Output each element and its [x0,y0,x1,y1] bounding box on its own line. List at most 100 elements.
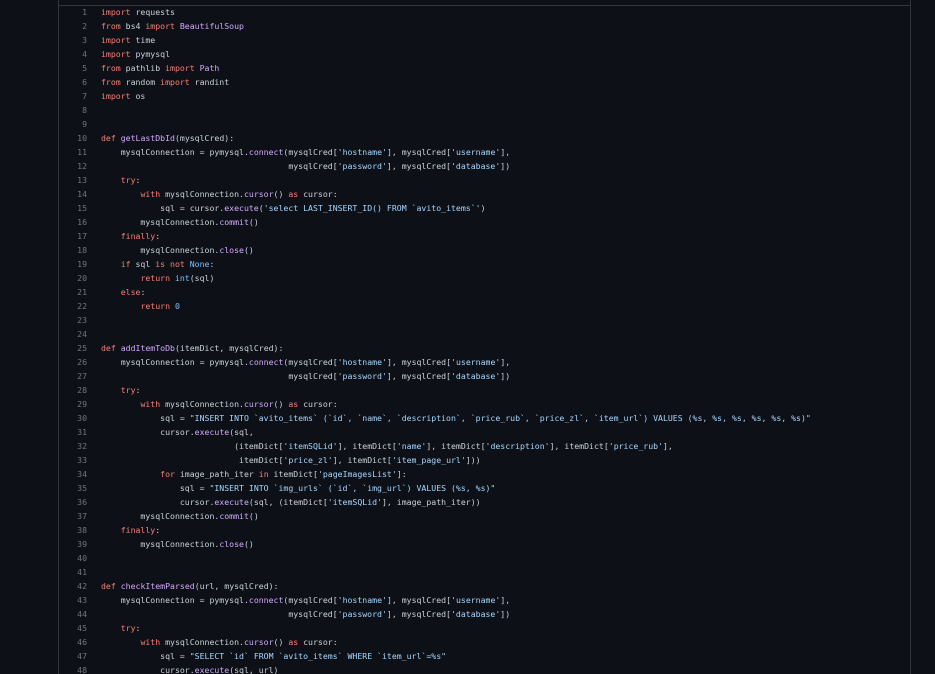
code-token: (sql, [229,427,254,437]
line-number[interactable]: 33 [59,453,87,467]
code-token: : [140,287,146,297]
line-number[interactable]: 11 [59,145,87,159]
code-token: "SELECT `id` FROM `avito_items` WHERE `i… [189,651,447,661]
line-number[interactable]: 35 [59,481,87,495]
line-number[interactable]: 13 [59,173,87,187]
line-number[interactable]: 40 [59,551,87,565]
line-number[interactable]: 4 [59,47,87,61]
line-number[interactable]: 44 [59,607,87,621]
line-number[interactable]: 18 [59,243,87,257]
line-number[interactable]: 32 [59,439,87,453]
code-token: execute [194,427,230,437]
line-number[interactable]: 46 [59,635,87,649]
code-token: 0 [174,301,180,311]
line-number[interactable]: 3 [59,33,87,47]
code-token: ], mysqlCred[ [386,147,452,157]
line-number[interactable]: 12 [59,159,87,173]
code-line: 36 cursor.execute(sql, (itemDict['itemSQ… [59,495,910,509]
code-token: connect [248,357,284,367]
line-number[interactable]: 2 [59,19,87,33]
line-source: cursor.execute(sql, [87,425,254,439]
line-number[interactable]: 20 [59,271,87,285]
line-number[interactable]: 22 [59,299,87,313]
code-token: 'password' [337,609,387,619]
line-number[interactable]: 9 [59,117,87,131]
line-number[interactable]: 10 [59,131,87,145]
code-token: from [101,77,121,87]
line-number[interactable]: 5 [59,61,87,75]
code-token: close [219,245,244,255]
code-token: time [130,35,156,45]
line-number[interactable]: 1 [59,5,87,19]
line-number[interactable]: 19 [59,257,87,271]
line-number[interactable]: 27 [59,369,87,383]
line-number[interactable]: 17 [59,229,87,243]
line-source: mysqlConnection = pymysql.connect(mysqlC… [87,355,510,369]
line-number[interactable]: 30 [59,411,87,425]
code-token: sql [130,259,156,269]
code-token: (mysqlCred[ [283,357,338,367]
line-source: mysqlConnection = pymysql.connect(mysqlC… [87,145,510,159]
line-number[interactable]: 26 [59,355,87,369]
line-number[interactable]: 15 [59,201,87,215]
line-number[interactable]: 38 [59,523,87,537]
line-number[interactable]: 47 [59,649,87,663]
line-source: mysqlCred['password'], mysqlCred['databa… [87,607,510,621]
line-number[interactable]: 6 [59,75,87,89]
code-token: "INSERT INTO `avito_items` (`id`, `name`… [189,413,811,423]
code-token: close [219,539,244,549]
code-token: None [189,259,210,269]
line-number[interactable]: 31 [59,425,87,439]
line-number[interactable]: 42 [59,579,87,593]
line-number[interactable]: 21 [59,285,87,299]
code-line: 32 (itemDict['itemSQLid'], itemDict['nam… [59,439,910,453]
line-source: with mysqlConnection.cursor() as cursor: [87,635,337,649]
code-token: mysqlConnection = pymysql. [101,357,249,367]
code-line: 37 mysqlConnection.commit() [59,509,910,523]
line-number[interactable]: 24 [59,327,87,341]
code-line: 27 mysqlCred['password'], mysqlCred['dat… [59,369,910,383]
code-line: 31 cursor.execute(sql, [59,425,910,439]
line-number[interactable]: 28 [59,383,87,397]
line-number[interactable]: 43 [59,593,87,607]
line-number[interactable]: 7 [59,89,87,103]
line-number[interactable]: 8 [59,103,87,117]
line-number[interactable]: 45 [59,621,87,635]
line-number[interactable]: 37 [59,509,87,523]
line-number[interactable]: 48 [59,663,87,674]
code-token: cursor [243,399,274,409]
line-number[interactable]: 23 [59,313,87,327]
code-token: mysqlConnection = pymysql. [101,595,249,605]
code-line: 15 sql = cursor.execute('select LAST_INS… [59,201,910,215]
code-line: 21 else: [59,285,910,299]
code-token: sql = [101,413,190,423]
line-number[interactable]: 14 [59,187,87,201]
line-source: mysqlConnection.close() [87,537,253,551]
code-token: ], mysqlCred[ [386,161,451,171]
line-number[interactable]: 29 [59,397,87,411]
code-line: 46 with mysqlConnection.cursor() as curs… [59,635,910,649]
code-token: () [248,511,259,521]
line-number[interactable]: 39 [59,537,87,551]
line-number[interactable]: 34 [59,467,87,481]
line-number[interactable]: 36 [59,495,87,509]
code-token: ], [500,147,511,157]
line-source: from pathlib import Path [87,61,219,75]
code-token: ]: [396,469,407,479]
code-line: 28 try: [59,383,910,397]
line-number[interactable]: 16 [59,215,87,229]
code-token: 'password' [337,161,387,171]
line-source: import time [87,33,155,47]
line-number[interactable]: 25 [59,341,87,355]
code-line: 44 mysqlCred['password'], mysqlCred['dat… [59,607,910,621]
code-line: 13 try: [59,173,910,187]
line-source: from random import randint [87,75,229,89]
line-source: try: [87,383,141,397]
code-token: random [120,77,161,87]
line-number[interactable]: 41 [59,565,87,579]
line-source: sql = cursor.execute('select LAST_INSERT… [87,201,485,215]
code-token: 'database' [451,161,501,171]
